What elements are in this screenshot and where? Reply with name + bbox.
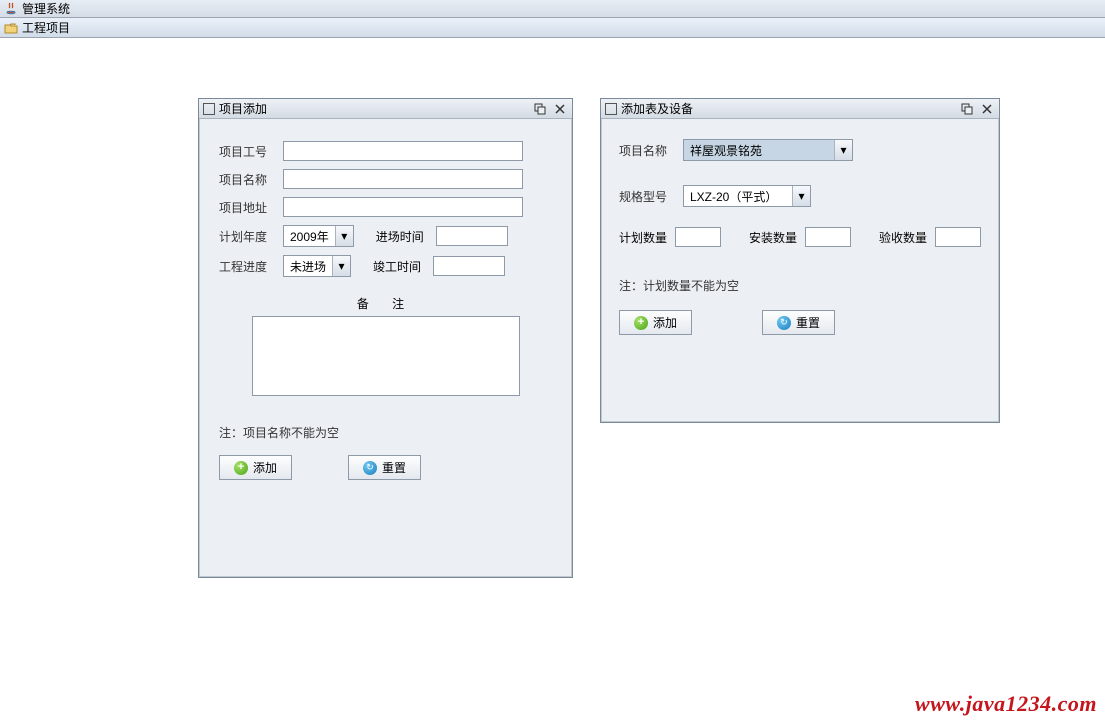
- window-titlebar[interactable]: 添加表及设备: [601, 99, 999, 119]
- label-plan-qty: 计划数量: [619, 229, 667, 246]
- reset-button[interactable]: ↻ 重置: [348, 455, 421, 480]
- chevron-down-icon[interactable]: ▾: [335, 226, 353, 246]
- accept-qty-input[interactable]: [935, 227, 981, 247]
- label-project-name: 项目名称: [219, 171, 275, 188]
- add-button[interactable]: + 添加: [219, 455, 292, 480]
- maximize-icon[interactable]: [959, 102, 975, 116]
- note-text: 注：项目名称不能为空: [219, 424, 552, 441]
- window-project-add: 项目添加 项目工号 项目名称 项目地址 计划年度: [198, 98, 573, 578]
- window-title: 项目添加: [219, 100, 528, 117]
- plus-icon: +: [634, 316, 648, 330]
- label-spec-model: 规格型号: [619, 188, 675, 205]
- plan-qty-input[interactable]: [675, 227, 721, 247]
- app-titlebar: 管理系统: [0, 0, 1105, 18]
- plan-year-select[interactable]: 2009年 ▾: [283, 225, 354, 247]
- project-no-input[interactable]: [283, 141, 523, 161]
- note-text: 注：计划数量不能为空: [619, 277, 981, 294]
- window-icon: [203, 103, 215, 115]
- label-enter-time: 进场时间: [376, 228, 428, 245]
- project-name-input[interactable]: [283, 169, 523, 189]
- enter-time-input[interactable]: [436, 226, 508, 246]
- plus-icon: +: [234, 461, 248, 475]
- spec-model-select[interactable]: LXZ-20（平式） ▾: [683, 185, 811, 207]
- install-qty-input[interactable]: [805, 227, 851, 247]
- app-title: 管理系统: [22, 0, 70, 17]
- label-plan-year: 计划年度: [219, 228, 275, 245]
- window-icon: [605, 103, 617, 115]
- finish-time-input[interactable]: [433, 256, 505, 276]
- watermark: www.java1234.com: [915, 691, 1097, 717]
- window-titlebar[interactable]: 项目添加: [199, 99, 572, 119]
- project-name-select[interactable]: 祥屋观景铭苑 ▾: [683, 139, 853, 161]
- mdi-desktop: 项目添加 项目工号 项目名称 项目地址 计划年度: [0, 38, 1105, 721]
- progress-select[interactable]: 未进场 ▾: [283, 255, 351, 277]
- refresh-icon: ↻: [363, 461, 377, 475]
- label-project-addr: 项目地址: [219, 199, 275, 216]
- remark-textarea[interactable]: [252, 316, 520, 396]
- window-title: 添加表及设备: [621, 100, 955, 117]
- menubar: 工程项目: [0, 18, 1105, 38]
- add-button[interactable]: + 添加: [619, 310, 692, 335]
- project-addr-input[interactable]: [283, 197, 523, 217]
- chevron-down-icon[interactable]: ▾: [792, 186, 810, 206]
- close-icon[interactable]: [979, 102, 995, 116]
- menu-item-projects[interactable]: 工程项目: [22, 19, 70, 36]
- label-remark: 备 注: [219, 295, 552, 312]
- close-icon[interactable]: [552, 102, 568, 116]
- java-icon: [4, 2, 18, 16]
- chevron-down-icon[interactable]: ▾: [834, 140, 852, 160]
- folder-icon: [4, 21, 18, 35]
- label-project-name: 项目名称: [619, 142, 675, 159]
- label-install-qty: 安装数量: [749, 229, 797, 246]
- maximize-icon[interactable]: [532, 102, 548, 116]
- refresh-icon: ↻: [777, 316, 791, 330]
- label-project-no: 项目工号: [219, 143, 275, 160]
- window-add-meter-device: 添加表及设备 项目名称 祥屋观景铭苑 ▾ 规格型号 LXZ-20（平式） ▾: [600, 98, 1000, 423]
- chevron-down-icon[interactable]: ▾: [332, 256, 350, 276]
- label-accept-qty: 验收数量: [879, 229, 927, 246]
- label-progress: 工程进度: [219, 258, 275, 275]
- reset-button[interactable]: ↻ 重置: [762, 310, 835, 335]
- label-finish-time: 竣工时间: [373, 258, 425, 275]
